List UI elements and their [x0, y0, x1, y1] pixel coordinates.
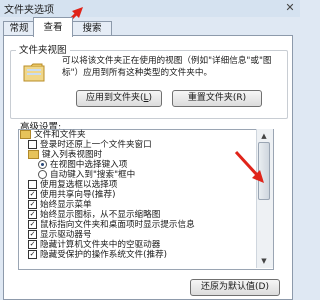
tree-item-icons-no-thumbnails[interactable]: ✓ 始终显示图标，从不显示缩略图 — [28, 210, 160, 220]
tree-item-label: 使用共享向导(推荐) — [40, 190, 116, 200]
folder-view-title: 文件夹视图 — [16, 42, 70, 56]
folder-view-description: 可以将该文件夹正在使用的视图（例如"详细信息"或"图标"）应用到所有这种类型的文… — [62, 56, 272, 78]
checkbox-checked-icon[interactable]: ✓ — [28, 200, 37, 209]
reset-folders-button[interactable]: 重置文件夹(R) — [172, 90, 262, 107]
tree-item-select-typed[interactable]: 在视图中选择键入项 — [38, 160, 127, 170]
tree-item-label: 鼠标指向文件夹和桌面项时显示提示信息 — [40, 220, 195, 230]
tree-item-sharing-wizard[interactable]: ✓ 使用共享向导(推荐) — [28, 190, 115, 200]
checkbox-checked-icon[interactable]: ✓ — [28, 190, 37, 199]
tree-item-label: 自动键入到"搜索"框中 — [50, 170, 136, 180]
radio-icon[interactable] — [38, 170, 47, 179]
checkbox-checked-icon[interactable]: ✓ — [28, 220, 37, 229]
annotation-arrow-icon — [234, 150, 264, 183]
tab-general[interactable]: 常规 — [3, 21, 35, 36]
tree-item-label: 隐藏计算机文件夹中的空驱动器 — [40, 240, 161, 250]
tree-item-label: 始终显示图标，从不显示缩略图 — [40, 210, 161, 220]
tree-item-type-into-search[interactable]: 自动键入到"搜索"框中 — [38, 170, 135, 180]
window-title: 文件夹选项 — [4, 5, 54, 16]
apply-to-folders-label: 应用到文件夹 — [85, 93, 140, 103]
apply-to-folders-button[interactable]: 应用到文件夹(L) — [76, 90, 162, 107]
checkbox-checked-icon[interactable]: ✓ — [28, 240, 37, 249]
scroll-down-icon[interactable]: ▼ — [256, 255, 272, 267]
checkbox-checked-icon[interactable]: ✓ — [28, 230, 37, 239]
tree-item-drive-letters[interactable]: ✓ 显示驱动器号 — [28, 230, 92, 240]
tree-item-label: 显示驱动器号 — [40, 230, 92, 240]
tree-item-label: 隐藏受保护的操作系统文件(推荐) — [40, 250, 168, 260]
tree-item-typing-list-view: 键入列表视图时 — [28, 150, 102, 160]
tree-item-hide-empty-drives[interactable]: ✓ 隐藏计算机文件夹中的空驱动器 — [28, 240, 160, 250]
checkbox-icon[interactable] — [28, 180, 37, 189]
tree-item-checkboxes[interactable]: 使用复选框以选择项 — [28, 180, 117, 190]
folder-view-icon — [22, 60, 46, 84]
tree-item-restore-windows[interactable]: 登录时还原上一个文件夹窗口 — [28, 140, 152, 150]
tree-item-popup-descriptions[interactable]: ✓ 鼠标指向文件夹和桌面项时显示提示信息 — [28, 220, 195, 230]
tree-item-always-show-menus[interactable]: ✓ 始终显示菜单 — [28, 200, 92, 210]
checkbox-icon[interactable] — [28, 140, 37, 149]
close-icon[interactable]: ✕ — [283, 1, 297, 15]
tree-item-label: 文件和文件夹 — [34, 130, 86, 140]
folder-icon — [28, 150, 39, 159]
tree-item-label: 在视图中选择键入项 — [50, 160, 128, 170]
apply-to-folders-hotkey: L — [143, 93, 149, 103]
folder-icon — [20, 130, 31, 139]
tree-item-hide-protected-files[interactable]: ✓ 隐藏受保护的操作系统文件(推荐) — [28, 250, 167, 260]
checkbox-checked-icon[interactable]: ✓ — [28, 210, 37, 219]
checkbox-checked-icon[interactable]: ✓ — [28, 250, 37, 259]
tree-item-label: 登录时还原上一个文件夹窗口 — [40, 140, 152, 150]
tree-item-label: 使用复选框以选择项 — [40, 180, 118, 190]
tree-item-label: 始终显示菜单 — [40, 200, 92, 210]
restore-defaults-button[interactable]: 还原为默认值(D) — [190, 279, 280, 296]
scroll-up-icon[interactable]: ▲ — [256, 130, 272, 142]
tree-item-files-folders: 文件和文件夹 — [20, 130, 86, 140]
tree-item-label: 键入列表视图时 — [42, 150, 103, 160]
radio-selected-icon[interactable] — [38, 160, 47, 169]
tab-view[interactable]: 查看 — [33, 17, 73, 37]
